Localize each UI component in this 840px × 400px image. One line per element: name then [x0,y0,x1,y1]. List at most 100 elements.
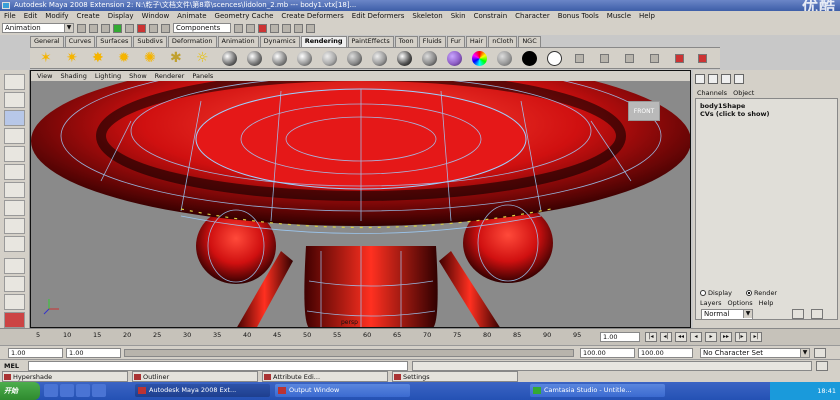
tab-hair[interactable]: Hair [465,36,488,47]
ipr-render-icon[interactable] [294,23,303,33]
surface-shader-icon[interactable] [422,51,437,66]
menu-create-deformers[interactable]: Create Deformers [281,11,343,21]
menu-layers-help[interactable]: Help [759,299,774,307]
menu-muscle[interactable]: Muscle [607,11,631,21]
menu-bonus-tools[interactable]: Bonus Tools [558,11,599,21]
menu-geometry-cache[interactable]: Geometry Cache [215,11,274,21]
start-button[interactable]: 开始 [0,382,40,400]
go-to-end-icon[interactable]: ▸| [750,332,762,342]
layered-material-icon[interactable] [347,51,362,66]
menu-character[interactable]: Character [515,11,550,21]
play-forward-icon[interactable]: ▸ [705,332,717,342]
step-forward-icon[interactable]: |▸ [735,332,747,342]
blinn-material-icon[interactable] [247,51,262,66]
playback-end-field[interactable]: 100.00 [580,348,635,358]
new-layer-icon[interactable] [792,309,804,319]
menu-edit-deformers[interactable]: Edit Deformers [352,11,405,21]
go-to-start-icon[interactable]: |◂ [645,332,657,342]
menu-options[interactable]: Options [728,299,753,307]
menu-skeleton[interactable]: Skeleton [412,11,442,21]
range-slider-bar[interactable] [124,349,574,357]
select-hierarchy-icon[interactable] [113,23,122,33]
ambient-light-icon[interactable]: ☼ [196,50,209,66]
outliner-layout-icon[interactable] [4,294,25,310]
start-time-field[interactable]: 1.00 [8,348,63,358]
quicklaunch-desktop-icon[interactable] [60,384,74,397]
ramp-texture-icon[interactable] [472,51,487,66]
batch-render-icon[interactable] [600,54,609,63]
vp-menu-view[interactable]: View [37,71,52,81]
new-layer-selected-icon[interactable] [811,309,823,319]
lambert-material-icon[interactable] [222,51,237,66]
manipulator-tool-icon[interactable] [4,182,25,198]
directional-light-icon[interactable]: ✹ [118,50,130,66]
rotate-tool-icon[interactable] [4,146,25,162]
perspective-viewport[interactable]: View Shading Lighting Show Renderer Pane… [30,70,691,328]
time-slider-track[interactable]: 5 10 15 20 25 30 35 40 45 50 55 60 65 70… [30,329,600,346]
menu-help[interactable]: Help [639,11,655,21]
menu-edit[interactable]: Edit [24,11,38,21]
select-tool-icon[interactable] [4,74,25,90]
menu-display[interactable]: Display [108,11,134,21]
snap-view-icon[interactable] [258,23,267,33]
save-scene-icon[interactable] [101,23,110,33]
vp-menu-panels[interactable]: Panels [192,71,213,81]
menu-window[interactable]: Window [142,11,170,21]
hypershade-icon[interactable] [625,54,634,63]
mel-input[interactable] [28,361,408,371]
layer-editor-toggle-icon[interactable] [734,74,744,84]
lasso-tool-icon[interactable] [4,92,25,108]
new-scene-icon[interactable] [77,23,86,33]
render-view-icon[interactable] [575,54,584,63]
mask-icon[interactable] [149,23,158,33]
layer-mode-dropdown[interactable]: Normal ▼ [701,309,753,320]
viewcube[interactable]: FRONT [628,101,660,121]
display-radio[interactable]: Display [700,289,732,297]
quicklaunch-ie-icon[interactable] [44,384,58,397]
vp-menu-renderer[interactable]: Renderer [155,71,185,81]
render-radio[interactable]: Render [745,289,777,297]
history-icon[interactable] [270,23,279,33]
tab-rendering[interactable]: Rendering [300,36,347,47]
components-field[interactable]: Components [173,23,231,33]
end-time-field[interactable]: 100.00 [638,348,693,358]
render-icon[interactable] [282,23,291,33]
auto-key-icon[interactable] [814,348,826,358]
tab-ncloth[interactable]: nCloth [488,36,518,47]
paint-select-tool-icon[interactable] [4,110,25,126]
tab-fur[interactable]: Fur [446,36,465,47]
current-frame-field[interactable]: 1.00 [600,332,640,342]
brush-tool-icon[interactable] [698,54,707,63]
create-texture-icon[interactable] [650,54,659,63]
tab-toon[interactable]: Toon [394,36,418,47]
camera-icon[interactable]: ✶ [40,50,52,66]
volume-light-icon[interactable]: ✱ [170,50,182,66]
tab-general[interactable]: General [30,36,64,47]
channel-box-toggle-icon[interactable] [695,74,705,84]
area-light-icon[interactable]: ✺ [144,50,156,66]
time-slider[interactable]: 5 10 15 20 25 30 35 40 45 50 55 60 65 70… [0,328,840,345]
character-set-dropdown[interactable]: No Character Set ▼ [700,348,810,358]
open-scene-icon[interactable] [89,23,98,33]
next-key-icon[interactable]: ▸▸ [720,332,732,342]
tab-subdivs[interactable]: Subdivs [133,36,167,47]
phonge-material-icon[interactable] [297,51,312,66]
vp-menu-show[interactable]: Show [129,71,147,81]
show-manipulator-icon[interactable] [4,218,25,234]
render-settings-icon[interactable] [306,23,315,33]
snap-grid-icon[interactable] [161,23,170,33]
taskbar-camtasia-button[interactable]: Camtasia Studio - Untitle... [530,384,665,397]
attribute-editor-panel-button[interactable]: Attribute Edi... [262,371,388,382]
vp-menu-lighting[interactable]: Lighting [95,71,121,81]
attribute-editor-toggle-icon[interactable] [708,74,718,84]
script-editor-icon[interactable] [816,361,828,371]
shading-map-icon[interactable] [397,51,412,66]
anisotropic-material-icon[interactable] [322,51,337,66]
step-back-icon[interactable]: ◂| [660,332,672,342]
tab-curves[interactable]: Curves [64,36,96,47]
node-name[interactable]: body1Shape [700,102,745,110]
single-pane-layout-icon[interactable] [4,258,25,274]
quicklaunch-folder-icon[interactable] [92,384,106,397]
tab-deformation[interactable]: Deformation [167,36,217,47]
move-tool-icon[interactable] [4,128,25,144]
